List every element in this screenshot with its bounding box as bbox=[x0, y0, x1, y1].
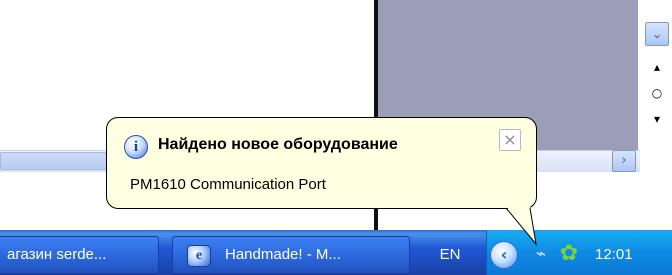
select-browse-object-icon[interactable]: ○ bbox=[650, 86, 664, 100]
language-indicator[interactable]: EN bbox=[430, 236, 470, 274]
internet-explorer-icon: e bbox=[187, 245, 211, 267]
scroll-right-button[interactable]: › bbox=[612, 150, 636, 172]
close-icon[interactable]: × bbox=[499, 129, 521, 151]
balloon-message: PM1610 Communication Port bbox=[130, 176, 326, 193]
taskbar-button-shop[interactable]: агазин serde... bbox=[0, 236, 159, 274]
next-page-icon[interactable]: ▾ bbox=[650, 112, 664, 126]
network-plug-icon[interactable]: ⌁ bbox=[528, 244, 554, 264]
taskbar-button-label: агазин serde... bbox=[7, 246, 107, 263]
taskbar-button-label: Handmade! - M... bbox=[225, 246, 341, 263]
balloon-title: Найдено новое оборудование bbox=[158, 136, 398, 153]
notification-balloon bbox=[106, 117, 537, 209]
balloon-tail bbox=[500, 206, 540, 246]
previous-page-icon[interactable]: ▴ bbox=[650, 60, 664, 74]
clock[interactable]: 12:01 bbox=[595, 236, 665, 274]
dropdown-chevron-icon[interactable]: ⌄ bbox=[645, 22, 669, 46]
info-icon: i bbox=[124, 135, 148, 159]
taskbar-button-handmade[interactable]: e Handmade! - M... bbox=[172, 236, 410, 274]
flower-icon[interactable]: ✿ bbox=[556, 242, 582, 266]
